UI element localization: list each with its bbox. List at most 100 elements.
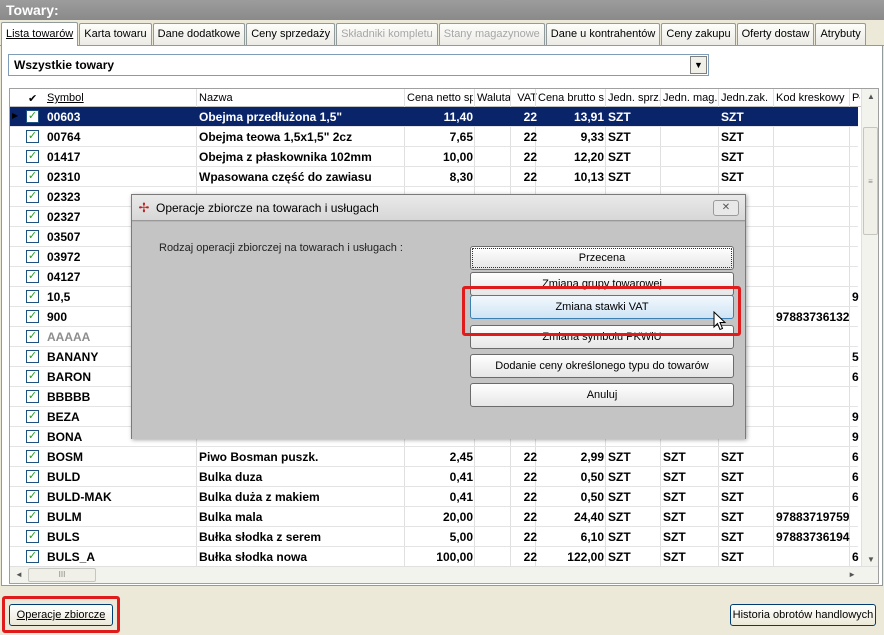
filter-select[interactable]: Wszystkie towary ▼ — [8, 54, 709, 76]
cell-extra — [852, 510, 860, 525]
cell-kod: 97883736194 — [776, 530, 850, 544]
table-row[interactable]: ✓ BULD-MAK Bulka duża z makiem 0,41 22 0,50 SZ… — [10, 487, 859, 507]
row-checkbox[interactable]: ✓ — [26, 510, 39, 523]
cell-symbol: 00764 — [47, 130, 81, 144]
cell-jmag: SZT — [663, 450, 686, 464]
cell-kod — [776, 370, 851, 385]
historia-obrotow-button[interactable]: Historia obrotów handlowych — [730, 604, 876, 626]
column-header-vat[interactable]: VAT — [513, 92, 537, 104]
vertical-scrollbar[interactable]: ▲ ≡ ▼ — [861, 89, 878, 567]
column-header-nazwa[interactable]: Nazwa — [199, 92, 404, 104]
cell-jzak: SZT — [721, 470, 744, 484]
row-checkbox[interactable]: ✓ — [26, 270, 39, 283]
row-checkbox[interactable]: ✓ — [26, 410, 39, 423]
tab-dane-dodatkowe[interactable]: Dane dodatkowe — [152, 23, 246, 45]
scroll-right-icon[interactable]: ► — [848, 570, 856, 579]
cell-kod — [776, 490, 851, 505]
table-row[interactable]: ✓ 02310 Wpasowana część do zawiasu 8,30 22 10… — [10, 167, 858, 187]
chevron-down-icon[interactable]: ▼ — [690, 56, 707, 74]
scroll-left-icon[interactable]: ◄ — [15, 570, 23, 579]
row-checkbox[interactable]: ✓ — [26, 370, 39, 383]
row-checkbox[interactable]: ✓ — [26, 230, 39, 243]
cell-brutto: 24,40 — [573, 510, 604, 524]
horizontal-scrollbar[interactable]: ◄ III ► — [10, 566, 878, 583]
table-row[interactable]: ✓ BULS Bułka słodka z serem 5,00 22 6,10 SZT SZ… — [10, 527, 858, 547]
cell-brutto: 0,50 — [580, 490, 604, 504]
row-checkbox[interactable]: ✓ — [26, 390, 39, 403]
cell-vat: 22 — [523, 470, 537, 484]
cell-jmag: SZT — [663, 530, 686, 544]
row-checkbox[interactable]: ✓ — [26, 330, 39, 343]
dodanie-ceny-button[interactable]: Dodanie ceny określonego typu do towarów — [470, 354, 734, 378]
scroll-thumb-horizontal[interactable]: III — [28, 568, 96, 582]
scroll-thumb[interactable]: ≡ — [863, 127, 878, 235]
tab-ceny-zakupu[interactable]: Ceny zakupu — [661, 23, 736, 45]
row-checkbox[interactable]: ✓ — [26, 250, 39, 263]
cell-nazwa: Piwo Bosman puszk. — [199, 450, 319, 464]
row-checkbox[interactable]: ✓ — [26, 430, 39, 443]
cell-jsprz: SZT — [608, 510, 631, 524]
cell-jsprz: SZT — [608, 450, 631, 464]
cell-extra — [852, 390, 860, 405]
cell-symbol: BULD-MAK — [47, 490, 112, 504]
column-header-jmag[interactable]: Jedn. mag. — [663, 92, 719, 104]
scroll-up-icon[interactable]: ▲ — [867, 92, 875, 101]
row-checkbox[interactable]: ✓ — [26, 470, 39, 483]
cell-extra: 9 — [852, 290, 859, 304]
column-header-brutto[interactable]: Cena brutto sp — [538, 92, 604, 104]
table-row[interactable]: ▶ ✓ 00603 Obejma przedłużona 1,5" 11,40 22 13,… — [10, 107, 858, 127]
row-checkbox[interactable]: ✓ — [26, 190, 39, 203]
column-header-extra[interactable]: Pł — [852, 92, 860, 104]
column-header-jsprz[interactable]: Jedn. sprz. — [608, 92, 662, 104]
tab-dane-u-kontrahentow[interactable]: Dane u kontrahentów — [545, 23, 661, 45]
column-header-jzak[interactable]: Jedn.zak. — [721, 92, 775, 104]
tab-karta-towaru[interactable]: Karta towaru — [79, 23, 152, 45]
cell-vat: 22 — [523, 530, 537, 544]
cell-kod: 97883736132 — [776, 310, 850, 324]
cell-nazwa: Obejma przedłużona 1,5" — [199, 110, 343, 124]
tab-ceny-sprzedazy[interactable]: Ceny sprzedaży — [246, 23, 336, 45]
row-checkbox[interactable]: ✓ — [26, 170, 39, 183]
column-header-waluta[interactable]: Waluta — [477, 92, 511, 104]
cell-jsprz: SZT — [608, 490, 631, 504]
cell-jmag: SZT — [663, 550, 686, 564]
cell-nazwa: Bulka duża z makiem — [199, 490, 320, 504]
row-checkbox[interactable]: ✓ — [26, 350, 39, 363]
mouse-cursor-icon — [713, 311, 727, 331]
column-header-netto[interactable]: Cena netto sp — [407, 92, 473, 104]
row-checkbox[interactable]: ✓ — [26, 530, 39, 543]
cell-netto: 0,41 — [449, 490, 473, 504]
row-checkbox[interactable]: ✓ — [26, 110, 39, 123]
cell-kod — [776, 430, 851, 445]
tab-lista-towarow[interactable]: Lista towarów — [1, 22, 79, 46]
row-checkbox[interactable]: ✓ — [26, 310, 39, 323]
tab-atrybuty[interactable]: Atrybuty — [815, 23, 866, 45]
table-row[interactable]: ✓ BULS_A Bułka słodka nowa 100,00 22 122,00 SZ… — [10, 547, 859, 567]
table-row[interactable]: ✓ 01417 Obejma z płaskownika 102mm 10,00 22 1… — [10, 147, 858, 167]
tab-oferty-dostaw[interactable]: Oferty dostaw — [736, 23, 815, 45]
cell-jsprz: SZT — [608, 170, 631, 184]
row-checkbox[interactable]: ✓ — [26, 450, 39, 463]
cell-jsprz: SZT — [608, 470, 631, 484]
row-checkbox[interactable]: ✓ — [26, 290, 39, 303]
cell-extra: 5 — [852, 350, 859, 364]
column-header-kod[interactable]: Kod kreskowy — [776, 92, 851, 104]
cell-kod — [776, 210, 851, 225]
row-checkbox[interactable]: ✓ — [26, 130, 39, 143]
column-header-check[interactable]: ✔ — [28, 92, 42, 105]
close-icon[interactable]: ✕ — [713, 200, 739, 216]
anuluj-button[interactable]: Anuluj — [470, 383, 734, 407]
row-checkbox[interactable]: ✓ — [26, 550, 39, 563]
app-logo-icon: ✢ — [138, 200, 150, 215]
table-row[interactable]: ✓ BOSM Piwo Bosman puszk. 2,45 22 2,99 SZT SZT S… — [10, 447, 859, 467]
column-header-symbol[interactable]: Symbol — [47, 92, 197, 104]
row-checkbox[interactable]: ✓ — [26, 490, 39, 503]
row-checkbox[interactable]: ✓ — [26, 210, 39, 223]
cell-netto: 100,00 — [436, 550, 473, 564]
table-row[interactable]: ✓ BULM Bulka mala 20,00 22 24,40 SZT SZT SZT 9788… — [10, 507, 858, 527]
row-checkbox[interactable]: ✓ — [26, 150, 39, 163]
przecena-button[interactable]: Przecena — [470, 246, 734, 270]
table-row[interactable]: ✓ BULD Bulka duza 0,41 22 0,50 SZT SZT SZT 6 — [10, 467, 859, 487]
scroll-down-icon[interactable]: ▼ — [867, 555, 875, 564]
table-row[interactable]: ✓ 00764 Obejma teowa 1,5x1,5" 2cz 7,65 22 9,3… — [10, 127, 858, 147]
